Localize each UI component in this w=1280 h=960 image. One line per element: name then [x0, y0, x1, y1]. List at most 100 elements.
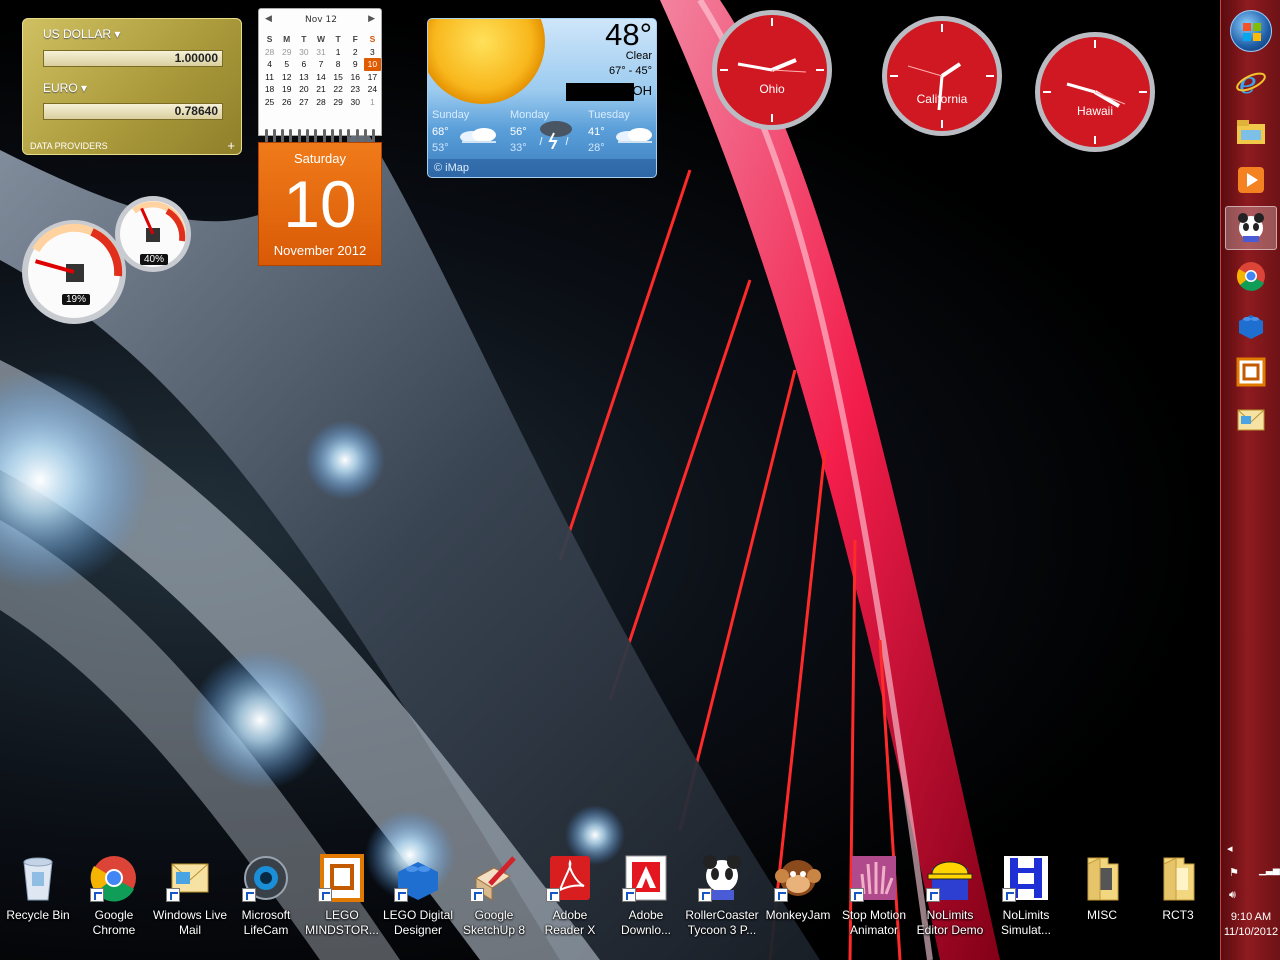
taskbar-media-player[interactable]	[1225, 158, 1277, 202]
calendar-day-cell[interactable]: 23	[347, 83, 364, 96]
clock-gadget-ohio[interactable]: Ohio	[710, 8, 834, 132]
weather-gadget[interactable]: 48° Clear 67° - 45° OH Sunday 68° 53° Mo…	[427, 18, 657, 178]
desktop-icon-nolimits-editor-demo[interactable]: NoLimits Editor Demo	[912, 854, 988, 954]
add-currency-button[interactable]: +	[227, 138, 235, 153]
calendar-day-cell[interactable]: 13	[295, 71, 312, 84]
desktop-icon-stop-motion-animator[interactable]: Stop Motion Animator	[836, 854, 912, 954]
desktop-icon-rct3-folder[interactable]: RCT3	[1140, 854, 1216, 954]
to-currency-value[interactable]: 0.78640	[43, 103, 223, 120]
taskbar-lego-mindstorms[interactable]	[1225, 350, 1277, 394]
taskbar-windows-live-mail[interactable]	[1225, 398, 1277, 442]
network-signal-icon[interactable]: ▁▃▅	[1259, 866, 1280, 876]
calendar-day-view[interactable]: Saturday 10 November 2012	[258, 142, 382, 266]
weekday-header: S	[266, 34, 273, 44]
calendar-day-cell[interactable]: 27	[295, 96, 312, 109]
desktop-icon-windows-live-mail[interactable]: Windows Live Mail	[152, 854, 228, 954]
desktop-icon-lego-digital-designer[interactable]: LEGO Digital Designer	[380, 854, 456, 954]
chevron-down-icon: ▾	[114, 27, 121, 41]
clock-gadget-hawaii[interactable]: Hawaii	[1033, 30, 1157, 154]
currency-gadget[interactable]: US DOLLAR ▾ 1.00000 EURO ▾ 0.78640 DATA …	[22, 18, 242, 155]
calendar-day-cell[interactable]: 31	[312, 46, 329, 59]
next-month-button[interactable]: ▶	[368, 14, 375, 24]
calendar-day-cell[interactable]: 20	[295, 83, 312, 96]
weather-location: OH	[632, 83, 653, 98]
calendar-gadget[interactable]: ◀ Nov 12 ▶ S M T W T F S 28 29 30 31 1 2 3 4 5 6 7 8 9 10 11 1…	[258, 8, 382, 266]
calendar-day-cell[interactable]: 5	[278, 58, 295, 71]
calendar-day-cell[interactable]: 15	[330, 71, 347, 84]
forecast-high: 56°	[510, 126, 527, 138]
calendar-day-cell[interactable]: 24	[364, 83, 381, 96]
from-currency-selector[interactable]: US DOLLAR ▾	[43, 27, 120, 41]
memory-usage-value: 40%	[140, 254, 169, 265]
calendar-day-cell[interactable]: 18	[261, 83, 278, 96]
calendar-grid: S M T W T F S 28 29 30 31 1 2 3 4 5 6 7 8 9 10 11 12 13 14 15 16 17…	[261, 33, 381, 109]
calendar-day-cell[interactable]: 19	[278, 83, 295, 96]
desktop-icon-adobe-download-assistant[interactable]: Adobe Downlo...	[608, 854, 684, 954]
calendar-day-cell[interactable]: 1	[364, 96, 381, 109]
calendar-day-cell[interactable]: 7	[312, 58, 329, 71]
calendar-day-cell[interactable]: 25	[261, 96, 278, 109]
calendar-day-cell[interactable]: 21	[312, 83, 329, 96]
calendar-day-cell[interactable]: 6	[295, 58, 312, 71]
chevron-down-icon: ▾	[81, 81, 88, 95]
desktop-icon-adobe-reader[interactable]: Adobe Reader X	[532, 854, 608, 954]
cpu-meter-gadget[interactable]: 19% 40%	[22, 196, 192, 324]
calendar-day-cell[interactable]: 30	[347, 96, 364, 109]
taskbar-chrome[interactable]	[1225, 254, 1277, 298]
calendar-day-cell[interactable]: 8	[330, 58, 347, 71]
shortcut-arrow-icon	[622, 888, 636, 902]
chrome-icon	[1236, 262, 1265, 291]
clock-gadget-california[interactable]: California	[880, 14, 1004, 138]
desktop-icon-lego-mindstorms[interactable]: LEGO MINDSTOR...	[304, 854, 380, 954]
calendar-day-cell[interactable]: 17	[364, 71, 381, 84]
forecast-low: 53°	[432, 142, 449, 154]
clock-time: 9:10 AM	[1230, 911, 1272, 923]
calendar-day-cell[interactable]: 11	[261, 71, 278, 84]
desktop-icon-microsoft-lifecam[interactable]: Microsoft LifeCam	[228, 854, 304, 954]
day-number: 10	[283, 167, 357, 241]
desktop-icon-recycle-bin[interactable]: Recycle Bin	[0, 854, 76, 954]
notification-area: ◂ ⚑ ▁▃▅ 🔊︎	[1221, 836, 1280, 960]
clock-face	[882, 16, 1002, 136]
taskbar-internet-explorer[interactable]: e	[1225, 60, 1277, 104]
calendar-day-cell[interactable]: 29	[330, 96, 347, 109]
taskbar-lego-digital-designer[interactable]	[1225, 302, 1277, 346]
data-providers-link[interactable]: DATA PROVIDERS	[30, 141, 108, 151]
desktop-icon-google-sketchup[interactable]: Google SketchUp 8	[456, 854, 532, 954]
desktop-icon-monkeyjam[interactable]: MonkeyJam	[760, 854, 836, 954]
show-hidden-icons-button[interactable]: ◂	[1227, 842, 1233, 855]
calendar-day-cell[interactable]: 10	[363, 58, 381, 71]
taskbar-clock[interactable]: 9:10 AM 11/10/2012	[1221, 910, 1280, 940]
desktop-icon-nolimits-simulator[interactable]: NoLimits Simulat...	[988, 854, 1064, 954]
calendar-day-cell[interactable]: 12	[278, 71, 295, 84]
calendar-day-cell[interactable]: 4	[261, 58, 278, 71]
to-currency-selector[interactable]: EURO ▾	[43, 81, 87, 95]
calendar-day-cell[interactable]: 30	[295, 46, 312, 59]
internet-explorer-icon: e	[1236, 66, 1266, 98]
volume-icon[interactable]: 🔊︎	[1229, 888, 1236, 902]
desktop-icon-google-chrome[interactable]: Google Chrome	[76, 854, 152, 954]
calendar-day-cell[interactable]: 1	[330, 46, 347, 59]
calendar-day-cell[interactable]: 29	[278, 46, 295, 59]
calendar-day-cell[interactable]: 16	[347, 71, 364, 84]
calendar-day-cell[interactable]: 9	[347, 58, 364, 71]
desktop-icon-rollercoaster-tycoon[interactable]: RollerCoaster Tycoon 3 P...	[684, 854, 760, 954]
calendar-day-cell[interactable]: 26	[278, 96, 295, 109]
action-center-flag-icon[interactable]: ⚑	[1229, 866, 1239, 879]
calendar-day-cell[interactable]: 22	[330, 83, 347, 96]
calendar-day-cell[interactable]: 28	[312, 96, 329, 109]
calendar-day-cell[interactable]: 2	[347, 46, 364, 59]
start-button[interactable]	[1230, 10, 1272, 52]
cloudy-icon	[460, 128, 496, 143]
desktop-icon-misc-folder[interactable]: MISC	[1064, 854, 1140, 954]
calendar-day-cell[interactable]: 28	[261, 46, 278, 59]
folder-icon	[1163, 857, 1195, 901]
calendar-day-cell[interactable]: 3	[364, 46, 381, 59]
recycle-bin-icon	[23, 857, 53, 901]
taskbar-panda-app[interactable]	[1225, 206, 1277, 250]
windows-logo-icon	[1243, 23, 1261, 41]
weather-source-link[interactable]: © iMap	[428, 159, 656, 177]
from-currency-value[interactable]: 1.00000	[43, 50, 223, 67]
taskbar-windows-explorer[interactable]	[1225, 110, 1277, 154]
calendar-day-cell[interactable]: 14	[312, 71, 329, 84]
